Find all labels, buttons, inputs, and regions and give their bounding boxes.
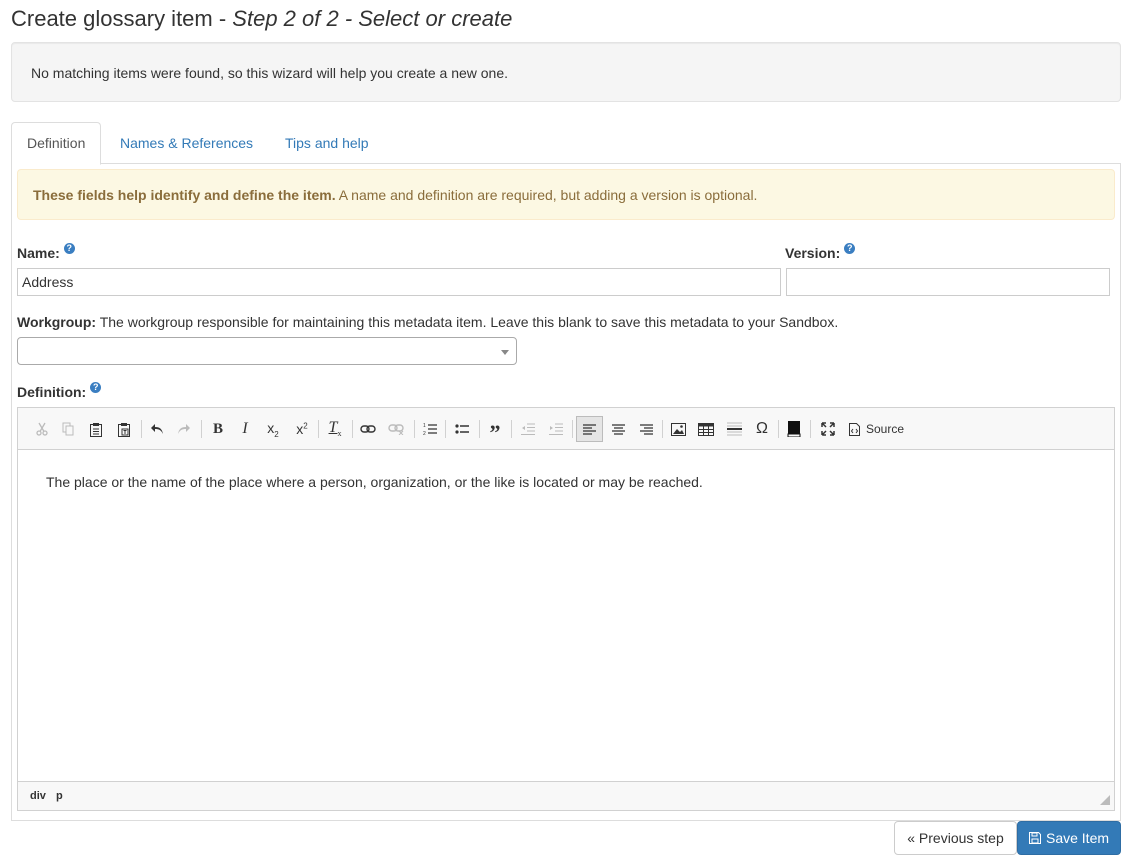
source-label: Source bbox=[866, 422, 905, 436]
subscript-icon[interactable]: x2 bbox=[261, 417, 285, 441]
info-text: A name and definition are required, but … bbox=[335, 187, 758, 203]
toolbar-separator bbox=[201, 420, 202, 438]
tab-tips-help[interactable]: Tips and help bbox=[269, 122, 385, 164]
name-label-text: Name: bbox=[17, 245, 60, 261]
superscript-icon[interactable]: x2 bbox=[290, 417, 314, 441]
page-title: Create glossary item - Step 2 of 2 - Sel… bbox=[11, 6, 512, 32]
source-icon bbox=[849, 422, 860, 436]
blockquote-icon[interactable]: ” bbox=[483, 417, 507, 444]
align-center-icon[interactable] bbox=[606, 417, 630, 441]
toolbar-separator bbox=[352, 420, 353, 438]
definition-label: Definition:? bbox=[17, 382, 102, 400]
tab-bar: Definition Names & References Tips and h… bbox=[11, 122, 1121, 165]
toolbar-separator bbox=[810, 420, 811, 438]
previous-step-label: « Previous step bbox=[907, 830, 1004, 846]
maximize-icon[interactable] bbox=[816, 417, 840, 441]
no-match-notice: No matching items were found, so this wi… bbox=[11, 42, 1121, 102]
previous-step-button[interactable]: « Previous step bbox=[894, 821, 1017, 855]
copy-icon[interactable] bbox=[56, 417, 80, 441]
workgroup-desc-text: The workgroup responsible for maintainin… bbox=[96, 314, 839, 330]
tab-definition-label: Definition bbox=[27, 135, 86, 151]
workgroup-label: Workgroup: bbox=[17, 314, 97, 330]
notice-text: No matching items were found, so this wi… bbox=[31, 65, 509, 81]
version-label: Version:? bbox=[785, 243, 856, 261]
toolbar-separator bbox=[662, 420, 663, 438]
name-input[interactable] bbox=[17, 268, 781, 296]
svg-text:2: 2 bbox=[423, 431, 426, 436]
remove-format-icon[interactable]: Tx bbox=[323, 417, 347, 441]
image-icon[interactable] bbox=[666, 417, 690, 441]
editor-toolbar: B I x2 x2 Tx 12 ” Ω Source bbox=[18, 408, 1114, 450]
align-left-icon[interactable] bbox=[576, 416, 603, 442]
toolbar-separator bbox=[414, 420, 415, 438]
toolbar-separator bbox=[572, 420, 573, 438]
toolbar-separator bbox=[445, 420, 446, 438]
svg-text:1: 1 bbox=[423, 423, 426, 429]
special-character-icon[interactable]: Ω bbox=[750, 417, 774, 441]
cut-icon[interactable] bbox=[30, 417, 54, 441]
redo-icon[interactable] bbox=[172, 417, 196, 441]
table-icon[interactable] bbox=[694, 417, 718, 441]
tab-tips-help-label: Tips and help bbox=[285, 135, 369, 151]
definition-label-text: Definition: bbox=[17, 384, 87, 400]
tab-definition[interactable]: Definition bbox=[11, 122, 102, 165]
toolbar-separator bbox=[318, 420, 319, 438]
version-help-icon[interactable]: ? bbox=[844, 243, 856, 254]
page-title-step: Step 2 of 2 - Select or create bbox=[232, 6, 513, 31]
editor-footer: div p bbox=[18, 781, 1114, 810]
outdent-icon[interactable] bbox=[516, 417, 540, 441]
indent-icon[interactable] bbox=[544, 417, 568, 441]
path-element-p[interactable]: p bbox=[56, 790, 63, 802]
save-item-label: Save Item bbox=[1045, 830, 1110, 846]
paste-text-icon[interactable] bbox=[112, 417, 136, 441]
source-button[interactable]: Source bbox=[849, 417, 904, 441]
info-box: These fields help identify and define th… bbox=[17, 169, 1115, 220]
definition-help-icon[interactable]: ? bbox=[90, 382, 102, 393]
italic-icon[interactable]: I bbox=[233, 417, 257, 441]
save-item-button[interactable]: Save Item bbox=[1017, 821, 1121, 855]
bookmark-icon[interactable] bbox=[782, 417, 806, 441]
bulleted-list-icon[interactable] bbox=[450, 417, 474, 441]
unlink-icon[interactable] bbox=[384, 417, 408, 441]
chevron-down-icon bbox=[501, 350, 509, 355]
workgroup-description: Workgroup: The workgroup responsible for… bbox=[17, 314, 838, 330]
numbered-list-icon[interactable]: 12 bbox=[418, 417, 442, 441]
resize-grip-icon[interactable] bbox=[1100, 795, 1110, 805]
version-input[interactable] bbox=[786, 268, 1110, 296]
save-icon bbox=[1028, 832, 1041, 844]
page-title-main: Create glossary item - bbox=[11, 6, 233, 31]
bold-icon[interactable]: B bbox=[206, 417, 230, 441]
name-label: Name:? bbox=[17, 243, 75, 261]
editor-content[interactable]: The place or the name of the place where… bbox=[46, 474, 703, 490]
toolbar-separator bbox=[511, 420, 512, 438]
horizontal-rule-icon[interactable] bbox=[722, 417, 746, 441]
workgroup-select[interactable] bbox=[17, 337, 517, 365]
undo-icon[interactable] bbox=[145, 417, 169, 441]
align-right-icon[interactable] bbox=[634, 417, 658, 441]
version-label-text: Version: bbox=[785, 245, 841, 261]
tab-names-references[interactable]: Names & References bbox=[104, 122, 269, 164]
link-icon[interactable] bbox=[356, 417, 380, 441]
info-bold: These fields help identify and define th… bbox=[33, 187, 336, 203]
toolbar-separator bbox=[479, 420, 480, 438]
tab-names-references-label: Names & References bbox=[120, 135, 254, 151]
toolbar-separator bbox=[778, 420, 779, 438]
path-element-div[interactable]: div bbox=[30, 790, 46, 802]
toolbar-separator bbox=[141, 420, 142, 438]
name-help-icon[interactable]: ? bbox=[63, 243, 75, 254]
paste-icon[interactable] bbox=[84, 417, 108, 441]
rich-text-editor: B I x2 x2 Tx 12 ” Ω Source The place or … bbox=[17, 407, 1115, 811]
